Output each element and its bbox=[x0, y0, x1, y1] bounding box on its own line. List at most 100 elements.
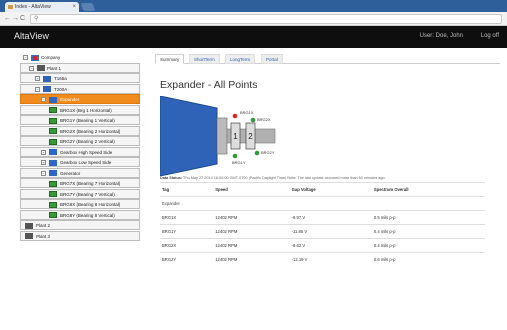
tree-item-gearbox-high[interactable]: + Gearbox High Speed Side bbox=[20, 146, 140, 157]
tab-shortterm[interactable]: ShortTerm bbox=[189, 54, 220, 64]
tree-label: BRG7Y (Bearing 7 Vertical) bbox=[60, 191, 115, 197]
tree-item-brg7x[interactable]: BRG7X (Bearing 7 Horizontal) bbox=[20, 178, 140, 188]
bearing-1-label: 1 bbox=[233, 132, 238, 141]
tree-item-expander[interactable]: − Expander bbox=[20, 94, 140, 104]
plant-icon bbox=[37, 65, 45, 71]
table-row[interactable]: BRG1Y 12402 RPM -11.85 V 0.4 mils p-p bbox=[160, 224, 485, 239]
tree-item-company[interactable]: − Company bbox=[20, 52, 140, 62]
cell-spectrum-overall: 0.4 mils p-p bbox=[371, 224, 485, 239]
probe-icon bbox=[49, 191, 57, 197]
points-table: Tag Speed Gap Voltage Spectrum Overall E… bbox=[160, 182, 485, 267]
expander-diagram: 1 2 BRG1X BRG2X BRG1Y BRG2Y bbox=[160, 96, 276, 176]
tree-item-brg2x[interactable]: BRG2X (Bearing 2 Horizontal) bbox=[20, 125, 140, 136]
tree-item-plant3[interactable]: Plant 3 bbox=[20, 230, 140, 241]
expander-casing-shape bbox=[160, 96, 218, 176]
tab-portal[interactable]: Portal bbox=[261, 54, 283, 64]
tree-label: Plant 2 bbox=[36, 223, 51, 228]
brg2y-diagram-label: BRG2Y bbox=[261, 150, 275, 155]
table-row[interactable]: BRG1X 12402 RPM -9.97 V 0.5 mils p-p bbox=[160, 210, 485, 225]
new-tab-button[interactable] bbox=[80, 3, 96, 11]
close-icon[interactable]: × bbox=[72, 2, 76, 12]
cell-speed: 12402 RPM bbox=[213, 238, 290, 253]
cell-tag: BRG2Y bbox=[160, 252, 214, 267]
table-row[interactable]: BRG2X 12402 RPM -9.62 V 0.4 mils p-p bbox=[160, 238, 485, 253]
brg1x-status-dot[interactable] bbox=[232, 113, 238, 119]
reload-icon[interactable]: C bbox=[20, 15, 25, 23]
tree-item-brg8x[interactable]: BRG8X (Bearing 8 Horizontal) bbox=[20, 199, 140, 209]
back-icon[interactable]: ← bbox=[4, 15, 11, 23]
brg2y-status-dot[interactable] bbox=[254, 150, 260, 156]
tree-item-gearbox-low[interactable]: + Gearbox Low Speed Side bbox=[20, 157, 140, 167]
collapse-icon[interactable]: − bbox=[23, 55, 28, 60]
cell-gap-voltage: -12.19 V bbox=[289, 252, 372, 267]
probe-icon bbox=[49, 201, 57, 208]
probe-icon bbox=[49, 128, 57, 134]
collapse-icon[interactable]: − bbox=[41, 97, 46, 102]
tab-longterm[interactable]: LongTerm bbox=[225, 54, 256, 64]
tab-summary[interactable]: Summary bbox=[155, 54, 185, 64]
cell-gap-voltage: -9.62 V bbox=[289, 238, 372, 253]
app-header: AltaView User: Doe, John Log off bbox=[0, 26, 507, 48]
address-bar[interactable]: ⚲ bbox=[30, 14, 502, 24]
tree-item-plant2[interactable]: Plant 2 bbox=[20, 220, 140, 230]
tree-item-brg1x[interactable]: BRG1X (Brg 1 Horizontal) bbox=[20, 104, 140, 115]
tree-label: BRG7X (Bearing 7 Horizontal) bbox=[60, 181, 121, 186]
group-label: Expander bbox=[160, 196, 485, 211]
browser-tab[interactable]: Index - AltaView × bbox=[5, 2, 79, 12]
tree-item-generator[interactable]: − Generator bbox=[20, 167, 140, 178]
col-spectrum-overall: Spectrum Overall bbox=[371, 182, 485, 197]
expander-icon bbox=[49, 96, 57, 103]
expand-icon[interactable]: + bbox=[35, 76, 40, 81]
expand-icon[interactable]: + bbox=[41, 149, 46, 155]
probe-icon bbox=[49, 180, 57, 187]
browser-toolbar: ← → C ⚲ bbox=[0, 12, 507, 26]
collapse-icon[interactable]: − bbox=[41, 170, 46, 176]
generator-icon bbox=[49, 170, 57, 176]
asset-tree: − Company − Plant 1 + T165a − T200A − Ex… bbox=[20, 52, 140, 241]
collapse-icon[interactable]: − bbox=[35, 86, 40, 92]
data-status-text: Thu May 27 2014 16:00:00 GMT-0700 (Pacif… bbox=[183, 176, 386, 180]
tree-label: Plant 3 bbox=[36, 233, 51, 239]
machine-train-icon bbox=[43, 75, 51, 82]
cell-tag: BRG1X bbox=[160, 210, 214, 225]
probe-icon bbox=[49, 107, 57, 113]
expand-icon[interactable]: + bbox=[41, 160, 46, 165]
brg2x-status-dot[interactable] bbox=[250, 117, 256, 123]
tree-item-t200a[interactable]: − T200A bbox=[20, 83, 140, 94]
forward-icon[interactable]: → bbox=[12, 15, 19, 23]
tree-label: T200A bbox=[54, 86, 68, 92]
tree-item-brg7y[interactable]: BRG7Y (Bearing 7 Vertical) bbox=[20, 188, 140, 199]
tree-label: T165a bbox=[54, 76, 67, 81]
plant-icon bbox=[25, 222, 33, 229]
tree-label: BRG1X (Brg 1 Horizontal) bbox=[60, 107, 112, 113]
brg2x-diagram-label: BRG2X bbox=[257, 117, 271, 122]
cell-spectrum-overall: 0.4 mils p-p bbox=[371, 238, 485, 253]
brg1y-status-dot[interactable] bbox=[232, 153, 238, 159]
tree-label: Expander bbox=[60, 97, 80, 102]
cell-tag: BRG2X bbox=[160, 238, 214, 253]
browser-tab-strip: Index - AltaView × bbox=[0, 0, 507, 12]
table-row[interactable]: BRG2Y 12402 RPM -12.19 V 0.6 mils p-p bbox=[160, 252, 485, 267]
brand-logo[interactable]: AltaView bbox=[14, 31, 49, 41]
cell-tag: BRG1Y bbox=[160, 224, 214, 239]
table-header-row: Tag Speed Gap Voltage Spectrum Overall bbox=[160, 182, 485, 197]
tree-label: Gearbox High Speed Side bbox=[60, 149, 113, 155]
tree-label: BRG2X (Bearing 2 Horizontal) bbox=[60, 128, 121, 134]
tree-label: BRG1Y (Bearing 1 Vertical) bbox=[60, 118, 115, 123]
tree-item-plant1[interactable]: − Plant 1 bbox=[20, 62, 140, 73]
logoff-link[interactable]: Log off bbox=[481, 33, 499, 39]
collapse-icon[interactable]: − bbox=[29, 65, 34, 71]
col-tag: Tag bbox=[160, 182, 214, 197]
tree-label: Gearbox Low Speed Side bbox=[60, 160, 112, 165]
tree-item-brg2y[interactable]: BRG2Y (Bearing 2 Vertical) bbox=[20, 136, 140, 146]
shaft-coupling-shape bbox=[216, 117, 228, 155]
col-gap-voltage: Gap Voltage bbox=[289, 182, 372, 197]
cell-gap-voltage: -9.97 V bbox=[289, 210, 372, 225]
current-user[interactable]: User: Doe, John bbox=[420, 33, 463, 39]
tree-item-t165a[interactable]: + T165a bbox=[20, 73, 140, 83]
tree-item-brg8y[interactable]: BRG8Y (Bearing 8 Vertical) bbox=[20, 209, 140, 220]
probe-icon bbox=[49, 117, 57, 124]
tree-label: Generator bbox=[60, 170, 81, 176]
tree-item-brg1y[interactable]: BRG1Y (Bearing 1 Vertical) bbox=[20, 115, 140, 125]
machine-train-icon bbox=[43, 86, 51, 92]
